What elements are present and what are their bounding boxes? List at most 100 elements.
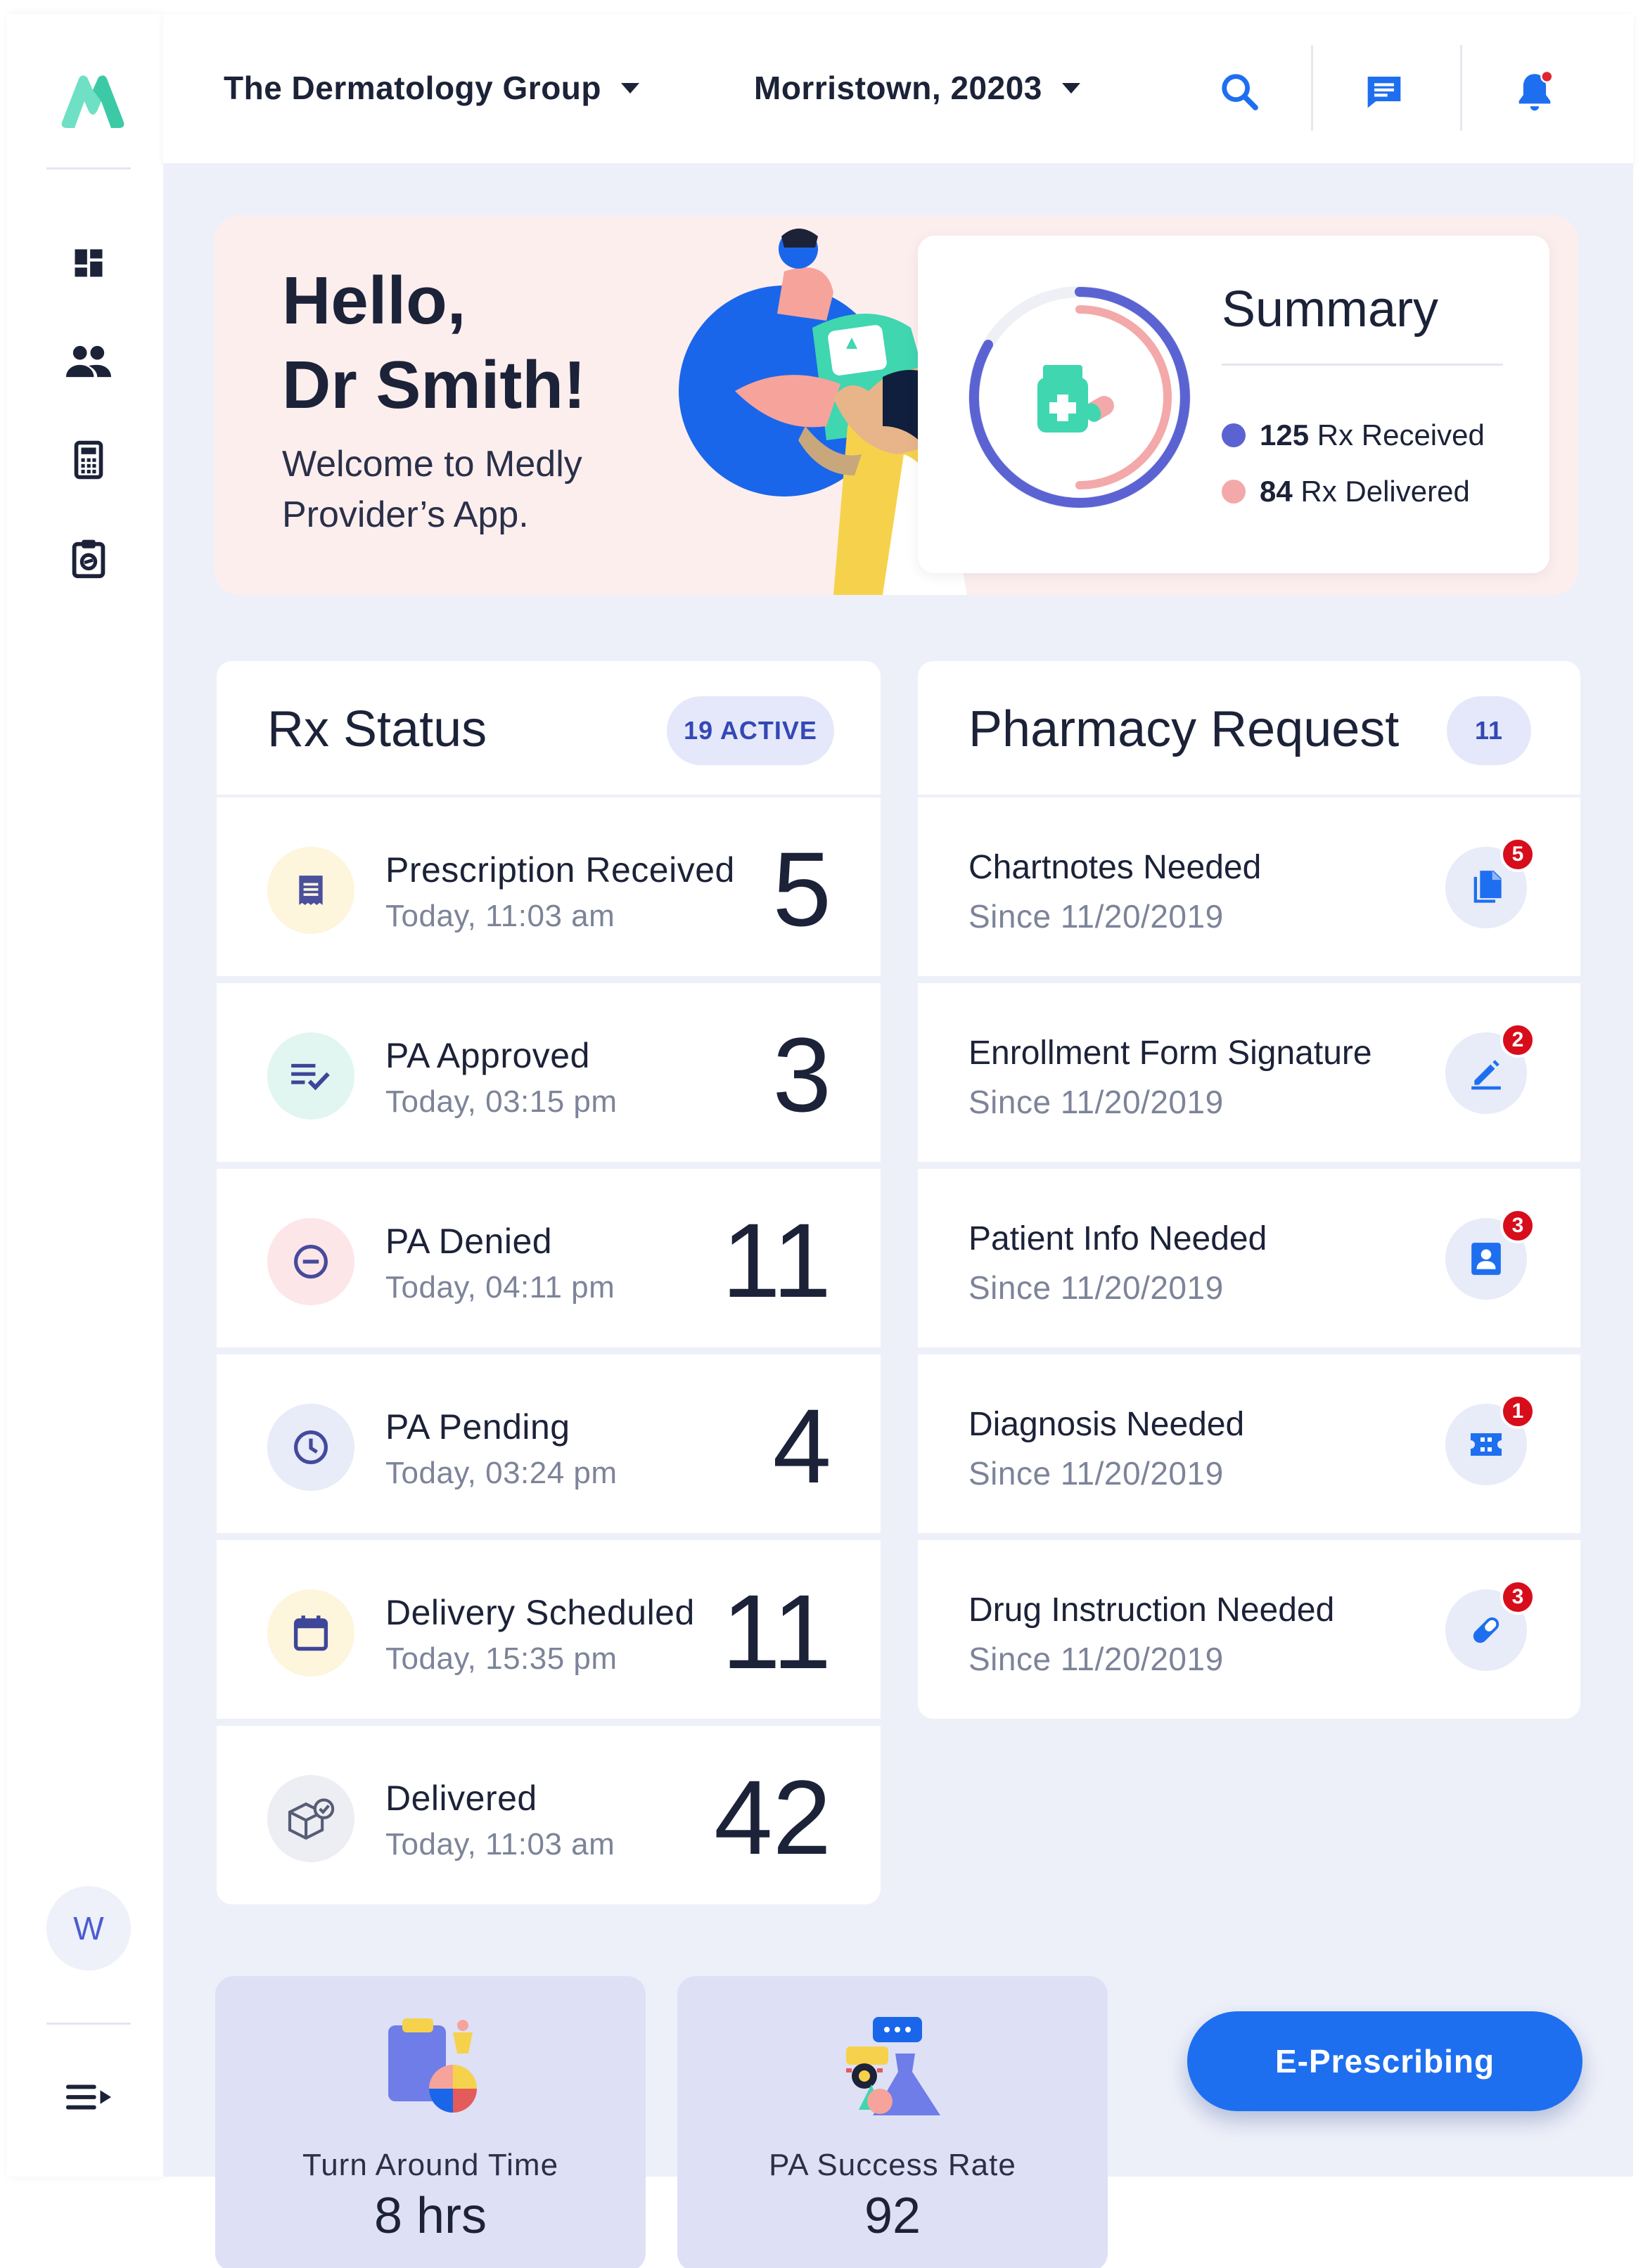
request-action-button[interactable]: 2	[1445, 1023, 1535, 1114]
rx-status-title: Rx Status	[267, 701, 487, 757]
request-label: Patient Info Needed	[968, 1220, 1267, 1257]
request-count-badge: 2	[1500, 1023, 1535, 1058]
chat-icon[interactable]	[1356, 63, 1412, 120]
rx-status-row[interactable]: PA Pending Today, 03:24 pm 4	[217, 1354, 881, 1533]
medicine-bottle-icon	[1037, 365, 1114, 433]
people-icon[interactable]	[66, 339, 111, 384]
location-name: Morristown, 20203	[754, 70, 1042, 106]
chevron-down-icon	[1061, 82, 1080, 94]
request-count-badge: 5	[1500, 837, 1535, 872]
rx-status-time: Today, 03:15 pm	[385, 1084, 618, 1119]
pa-success-rate-tile[interactable]: PA Success Rate 92	[677, 1976, 1108, 2268]
pharmacy-request-row[interactable]: Drug Instruction Needed Since 11/20/2019…	[918, 1540, 1580, 1719]
rx-delivered-ring	[1075, 305, 1172, 489]
medly-logo[interactable]	[58, 69, 128, 132]
welcome-text: Welcome to Medly Provider’s App.	[282, 444, 582, 535]
rx-status-count: 11	[722, 1201, 831, 1319]
header-divider	[1460, 45, 1462, 131]
rx-status-label: Delivery Scheduled	[385, 1593, 695, 1632]
request-count-badge: 11	[1447, 696, 1531, 765]
pharmacy-request-row[interactable]: Patient Info Needed Since 11/20/2019 3	[918, 1169, 1580, 1347]
rx-status-time: Today, 15:35 pm	[385, 1641, 618, 1676]
rx-status-count: 4	[772, 1387, 831, 1505]
pharmacy-request-row[interactable]: Diagnosis Needed Since 11/20/2019 1	[918, 1354, 1580, 1533]
legend-dot-delivered	[1222, 480, 1246, 504]
rx-received-count: 125	[1260, 418, 1310, 451]
greeting: Hello, Dr Smith!	[282, 259, 586, 428]
sidebar: W	[7, 14, 163, 2177]
stat-value: 8 hrs	[373, 2188, 487, 2244]
request-action-button[interactable]: 3	[1445, 1580, 1535, 1671]
pharmacy-request-title: Pharmacy Request	[968, 701, 1400, 757]
request-since: Since 11/20/2019	[968, 1084, 1224, 1120]
rx-status-row[interactable]: Delivery Scheduled Today, 15:35 pm 11	[217, 1540, 881, 1719]
bell-icon[interactable]	[1507, 63, 1563, 120]
checklist-icon	[267, 1032, 354, 1120]
rx-status-time: Today, 03:24 pm	[385, 1456, 618, 1490]
location-dropdown[interactable]: Morristown, 20203	[754, 69, 1080, 107]
request-label: Enrollment Form Signature	[968, 1034, 1372, 1072]
rx-status-row[interactable]: PA Approved Today, 03:15 pm 3	[217, 983, 881, 1162]
summary-card: Summary 125 Rx Received 84 Rx Delivered	[918, 236, 1549, 573]
request-since: Since 11/20/2019	[968, 898, 1224, 935]
search-icon[interactable]	[1211, 63, 1267, 120]
organization-dropdown[interactable]: The Dermatology Group	[224, 69, 639, 107]
package-check-icon	[267, 1775, 354, 1862]
rx-status-label: PA Pending	[385, 1407, 570, 1447]
request-action-button[interactable]: 5	[1445, 837, 1535, 928]
pharmacy-request-row[interactable]: Enrollment Form Signature Since 11/20/20…	[918, 983, 1580, 1162]
stat-value: 92	[864, 2188, 921, 2244]
greeting-line-1: Hello,	[282, 263, 466, 338]
request-since: Since 11/20/2019	[968, 1455, 1224, 1492]
rx-status-row[interactable]: Prescription Received Today, 11:03 am 5	[217, 797, 881, 976]
rx-status-count: 11	[722, 1572, 831, 1691]
dashboard-icon[interactable]	[66, 241, 111, 286]
header-divider	[1311, 45, 1313, 131]
sidebar-divider-top	[46, 167, 131, 169]
rx-status-time: Today, 11:03 am	[385, 899, 615, 933]
rx-status-row[interactable]: Delivered Today, 11:03 am 42	[217, 1726, 881, 1904]
clipboard-icon[interactable]	[66, 536, 111, 581]
calculator-icon[interactable]	[66, 437, 111, 482]
stat-label: Turn Around Time	[302, 2148, 559, 2182]
turn-around-time-tile[interactable]: Turn Around Time 8 hrs	[215, 1976, 646, 2268]
clipboard-flask-illustration	[374, 2011, 487, 2124]
e-prescribing-button[interactable]: E-Prescribing	[1187, 2011, 1582, 2111]
rx-status-time: Today, 11:03 am	[385, 1827, 615, 1862]
rx-delivered-legend: 84 Rx Delivered	[1222, 475, 1470, 508]
request-label: Diagnosis Needed	[968, 1406, 1245, 1443]
rx-status-count: 5	[772, 830, 831, 948]
active-count-badge: 19 ACTIVE	[667, 696, 834, 765]
receipt-icon	[267, 847, 354, 934]
pharmacy-request-row[interactable]: Chartnotes Needed Since 11/20/2019 5	[918, 797, 1580, 976]
rx-delivered-label: Rx Delivered	[1300, 475, 1470, 508]
summary-title: Summary	[1222, 281, 1439, 338]
request-label: Chartnotes Needed	[968, 849, 1262, 886]
chat-flask-illustration	[836, 2011, 949, 2124]
sidebar-divider-bottom	[46, 2023, 131, 2025]
menu-expand-icon[interactable]	[66, 2075, 111, 2120]
greeting-line-2: Dr Smith!	[282, 347, 586, 423]
pharmacy-request-header: Pharmacy Request 11	[918, 661, 1580, 795]
rx-status-count: 3	[772, 1016, 831, 1134]
documents-icon	[1473, 871, 1502, 903]
rx-status-label: Delivered	[385, 1779, 537, 1818]
organization-name: The Dermatology Group	[224, 70, 601, 106]
chevron-down-icon	[620, 82, 639, 94]
rx-status-row[interactable]: PA Denied Today, 04:11 pm 11	[217, 1169, 881, 1347]
user-avatar[interactable]: W	[46, 1886, 131, 1971]
summary-divider	[1222, 364, 1503, 366]
request-count-badge: 3	[1500, 1580, 1535, 1615]
ticket-icon	[1471, 1433, 1502, 1456]
request-action-button[interactable]: 1	[1445, 1394, 1535, 1485]
rx-status-count: 42	[714, 1758, 831, 1876]
pen-icon	[1471, 1060, 1501, 1090]
rx-status-header: Rx Status 19 ACTIVE	[217, 661, 881, 795]
request-count-badge: 1	[1500, 1394, 1535, 1429]
rx-status-time: Today, 04:11 pm	[385, 1270, 615, 1305]
request-action-button[interactable]: 3	[1445, 1208, 1535, 1300]
rx-received-legend: 125 Rx Received	[1222, 418, 1485, 452]
request-since: Since 11/20/2019	[968, 1269, 1224, 1306]
clock-icon	[267, 1404, 354, 1491]
contact-card-icon	[1471, 1243, 1501, 1275]
